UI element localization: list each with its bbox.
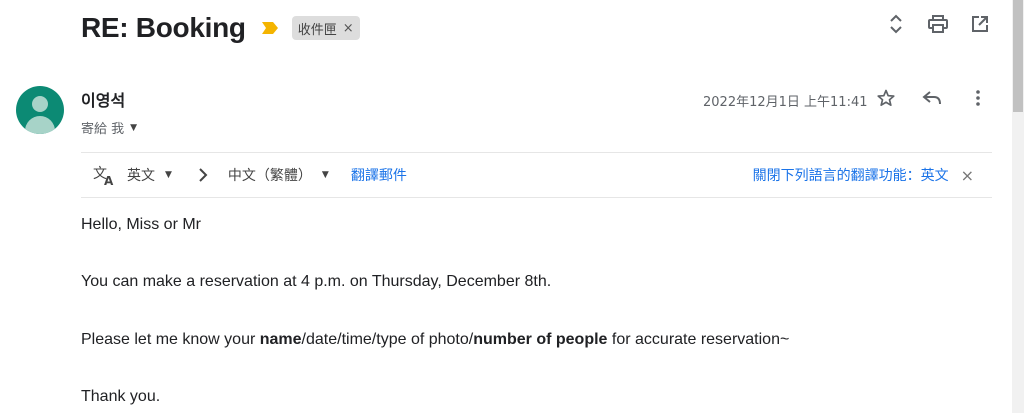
scrollbar[interactable] (1012, 0, 1024, 413)
dropdown-arrow-icon: ▼ (165, 170, 172, 180)
reply-icon[interactable] (922, 88, 942, 108)
message-date: 2022年12月1日 上午11:41 (703, 95, 868, 110)
body-greeting: Hello, Miss or Mr (81, 216, 202, 233)
target-language-label: 中文（繁體） (227, 168, 312, 184)
request-suffix: for accurate reservation~ (607, 331, 790, 348)
close-icon[interactable]: × (961, 166, 974, 185)
body-closing: Thank you. (81, 388, 161, 405)
turn-off-translation: 關閉下列語言的翻譯功能：英文 × (753, 165, 974, 185)
subject-row: RE: Booking 收件匣 × (81, 8, 360, 48)
importance-marker-icon[interactable] (261, 21, 278, 35)
request-prefix: Please let me know your (81, 331, 260, 348)
body-line-reservation: You can make a reservation at 4 p.m. on … (81, 273, 552, 290)
chevron-down-icon[interactable]: ▼ (130, 123, 137, 133)
expand-collapse-icon[interactable] (886, 14, 906, 34)
turn-off-translation-link[interactable]: 關閉下列語言的翻譯功能：英文 (753, 165, 949, 185)
thread-toolbar (886, 14, 990, 34)
avatar-head (32, 96, 48, 112)
print-icon[interactable] (928, 14, 948, 34)
source-language-select[interactable]: 英文 ▼ (127, 165, 172, 185)
dropdown-arrow-icon: ▼ (321, 170, 329, 180)
source-language-label: 英文 (127, 168, 155, 184)
star-icon[interactable] (876, 88, 896, 108)
translate-bar: 文A 英文 ▼ 中文（繁體） ▼ 翻譯郵件 關閉下列語言的翻譯功能：英文 × (81, 152, 992, 198)
open-in-new-window-icon[interactable] (970, 14, 990, 34)
chevron-right-icon (198, 167, 214, 183)
translate-message-link[interactable]: 翻譯郵件 (351, 165, 407, 185)
remove-label-button[interactable]: × (343, 21, 354, 36)
recipient-line: 寄給 我 ▼ (81, 118, 137, 137)
email-subject: RE: Booking (81, 12, 246, 43)
sender-name[interactable]: 이영석 (81, 87, 125, 111)
request-name: name (259, 331, 302, 348)
svg-text:A: A (104, 174, 114, 186)
body-line-request: Please let me know your name/date/time/t… (81, 331, 789, 349)
request-mid: /date/time/type of photo/ (301, 331, 474, 348)
avatar-body (25, 116, 55, 134)
request-people: number of people (473, 331, 608, 348)
target-language-select[interactable]: 中文（繁體） ▼ (228, 165, 329, 185)
scrollbar-thumb[interactable] (1013, 0, 1023, 112)
recipient-text: 寄給 我 (81, 122, 125, 137)
more-vert-icon[interactable] (968, 88, 988, 108)
inbox-label-chip: 收件匣 × (291, 16, 360, 40)
inbox-label-text: 收件匣 (297, 22, 337, 38)
avatar[interactable] (16, 86, 64, 134)
translate-icon: 文A (93, 163, 117, 187)
message-actions (876, 88, 988, 108)
